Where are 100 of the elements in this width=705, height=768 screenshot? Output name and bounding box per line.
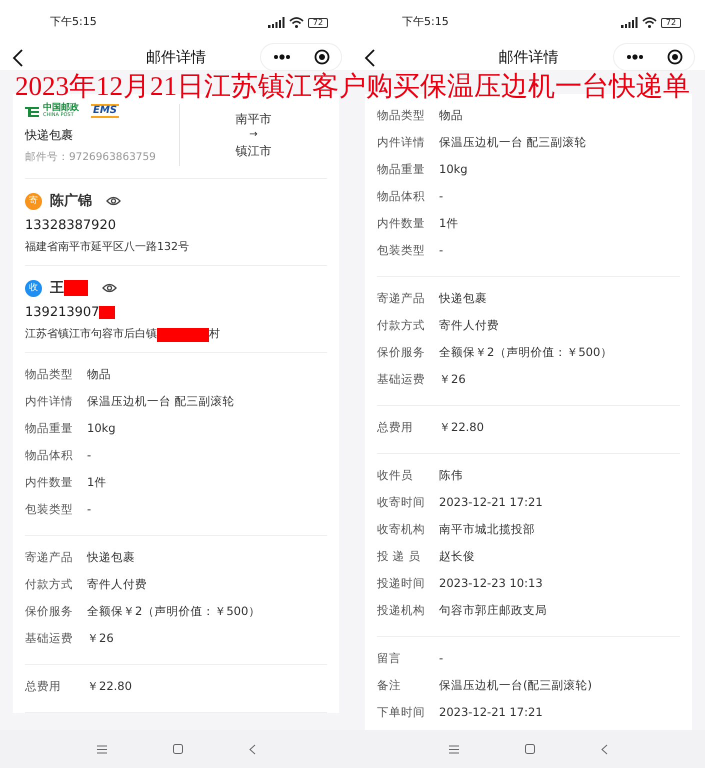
field-label: 收寄时间	[377, 494, 426, 511]
field-label: 总费用	[25, 678, 62, 695]
home-icon[interactable]	[525, 744, 535, 754]
field-value: 保温压边机一台(配三副滚轮)	[439, 676, 592, 694]
person-name: 陈广锦	[50, 192, 92, 211]
field-value: 10kg	[439, 160, 468, 178]
field-label: 收件员	[377, 466, 414, 484]
menu-icon[interactable]	[96, 744, 106, 754]
field-value: 赵长俊	[439, 548, 475, 565]
field-value: 寄件人付费	[439, 316, 499, 334]
eye-icon[interactable]	[106, 196, 121, 206]
field-value: -	[87, 500, 92, 518]
field-label: 寄递产品	[25, 548, 74, 566]
field-label: 物品体积	[25, 446, 74, 464]
field-value: 快递包裹	[87, 548, 135, 566]
field-label: 下单时间	[377, 704, 426, 721]
back-nav-icon[interactable]	[248, 744, 256, 754]
signal-icon	[268, 17, 285, 28]
menu-icon[interactable]	[449, 744, 459, 754]
ems-logo: EMS	[91, 104, 119, 118]
field-value: ￥26	[439, 370, 466, 388]
redaction-block	[64, 280, 88, 296]
field-value: 南平市城北揽投部	[439, 520, 535, 538]
field-value: 陈伟	[439, 466, 463, 484]
redaction-block	[99, 306, 116, 319]
field-value: ￥22.80	[439, 418, 484, 436]
field-label: 付款方式	[25, 576, 74, 593]
field-label: 基础运费	[377, 370, 426, 388]
field-label: 保价服务	[25, 602, 74, 620]
field-label: 内件详情	[377, 134, 426, 151]
field-label: 内件数量	[25, 474, 74, 491]
field-label: 投 递 员	[377, 548, 422, 565]
field-label: 物品体积	[377, 188, 426, 205]
field-value: 2023-12-21 17:21	[439, 494, 543, 511]
field-value: -	[439, 650, 444, 667]
field-label: 投递时间	[377, 574, 426, 592]
route-arrow: →	[249, 128, 258, 142]
wifi-icon	[642, 17, 657, 28]
field-value: 快递包裹	[439, 290, 487, 307]
phone-number: 13328387920	[25, 216, 116, 235]
battery-indicator: 72	[308, 18, 328, 28]
back-nav-icon[interactable]	[601, 744, 608, 754]
logo-text: 中国邮政	[43, 104, 79, 113]
field-value: 1件	[87, 474, 106, 491]
field-value: ￥22.80	[87, 678, 132, 695]
sender-badge: 收	[25, 280, 42, 297]
field-value: 全额保￥2（声明价值：￥500）	[439, 344, 612, 361]
field-label: 内件详情	[25, 392, 74, 410]
person-name: 王	[50, 278, 64, 298]
phone-number: 139213907	[25, 304, 100, 322]
back-icon[interactable]	[364, 48, 376, 66]
more-icon[interactable]	[626, 54, 644, 60]
field-label: 包装类型	[377, 242, 426, 259]
field-label: 总费用	[377, 418, 414, 436]
field-value: -	[439, 242, 444, 259]
field-value: 保温压边机一台 配三副滚轮	[87, 392, 235, 410]
page-title: 邮件详情	[146, 47, 206, 68]
field-label: 物品类型	[25, 366, 74, 383]
sender-badge: 寄	[25, 192, 42, 210]
field-label: 投递机构	[377, 602, 426, 619]
field-label: 基础运费	[25, 630, 74, 647]
field-value: -	[439, 188, 444, 205]
mail-number: 邮件号：9726963863759	[25, 150, 157, 165]
status-time: 下午5:15	[402, 14, 449, 30]
wifi-icon	[289, 17, 304, 28]
field-label: 包装类型	[25, 500, 74, 518]
field-label: 物品类型	[377, 106, 426, 124]
overlay-caption: 2023年12月21日江苏镇江客户购买保温压边机一台快递单	[15, 70, 690, 102]
close-target-icon[interactable]	[314, 48, 330, 64]
field-value: 全额保￥2（声明价值：￥500）	[87, 602, 260, 620]
close-target-icon[interactable]	[666, 48, 682, 64]
field-value: 2023-12-21 17:21	[439, 704, 543, 721]
field-value: 保温压边机一台 配三副滚轮	[439, 134, 587, 151]
field-value: 10kg	[87, 420, 116, 437]
address-text: 村	[209, 326, 220, 342]
field-label: 物品重量	[377, 160, 426, 178]
field-value: -	[87, 446, 92, 464]
field-label: 内件数量	[377, 214, 426, 232]
page-title: 邮件详情	[498, 47, 558, 68]
status-time: 下午5:15	[50, 14, 97, 30]
field-value: 2023-12-23 10:13	[439, 574, 543, 592]
more-icon[interactable]	[272, 54, 290, 60]
field-value: 寄件人付费	[87, 576, 147, 593]
destination-city: 镇江市	[236, 142, 272, 160]
field-value: 句容市郭庄邮政支局	[439, 602, 547, 619]
field-value: ￥26	[87, 630, 114, 647]
field-label: 保价服务	[377, 344, 426, 361]
signal-icon	[621, 17, 638, 28]
back-icon[interactable]	[12, 48, 24, 66]
field-label: 寄递产品	[377, 290, 426, 307]
field-value: 1件	[439, 214, 458, 232]
origin-city: 南平市	[236, 110, 272, 128]
field-label: 物品重量	[25, 420, 74, 437]
home-icon[interactable]	[172, 744, 182, 754]
address-text: 江苏省镇江市句容市后白镇	[25, 326, 157, 342]
redaction-block	[157, 328, 209, 342]
field-label: 收寄机构	[377, 520, 426, 538]
eye-icon[interactable]	[102, 283, 117, 294]
battery-indicator: 72	[661, 18, 681, 28]
field-label: 备注	[377, 676, 402, 694]
